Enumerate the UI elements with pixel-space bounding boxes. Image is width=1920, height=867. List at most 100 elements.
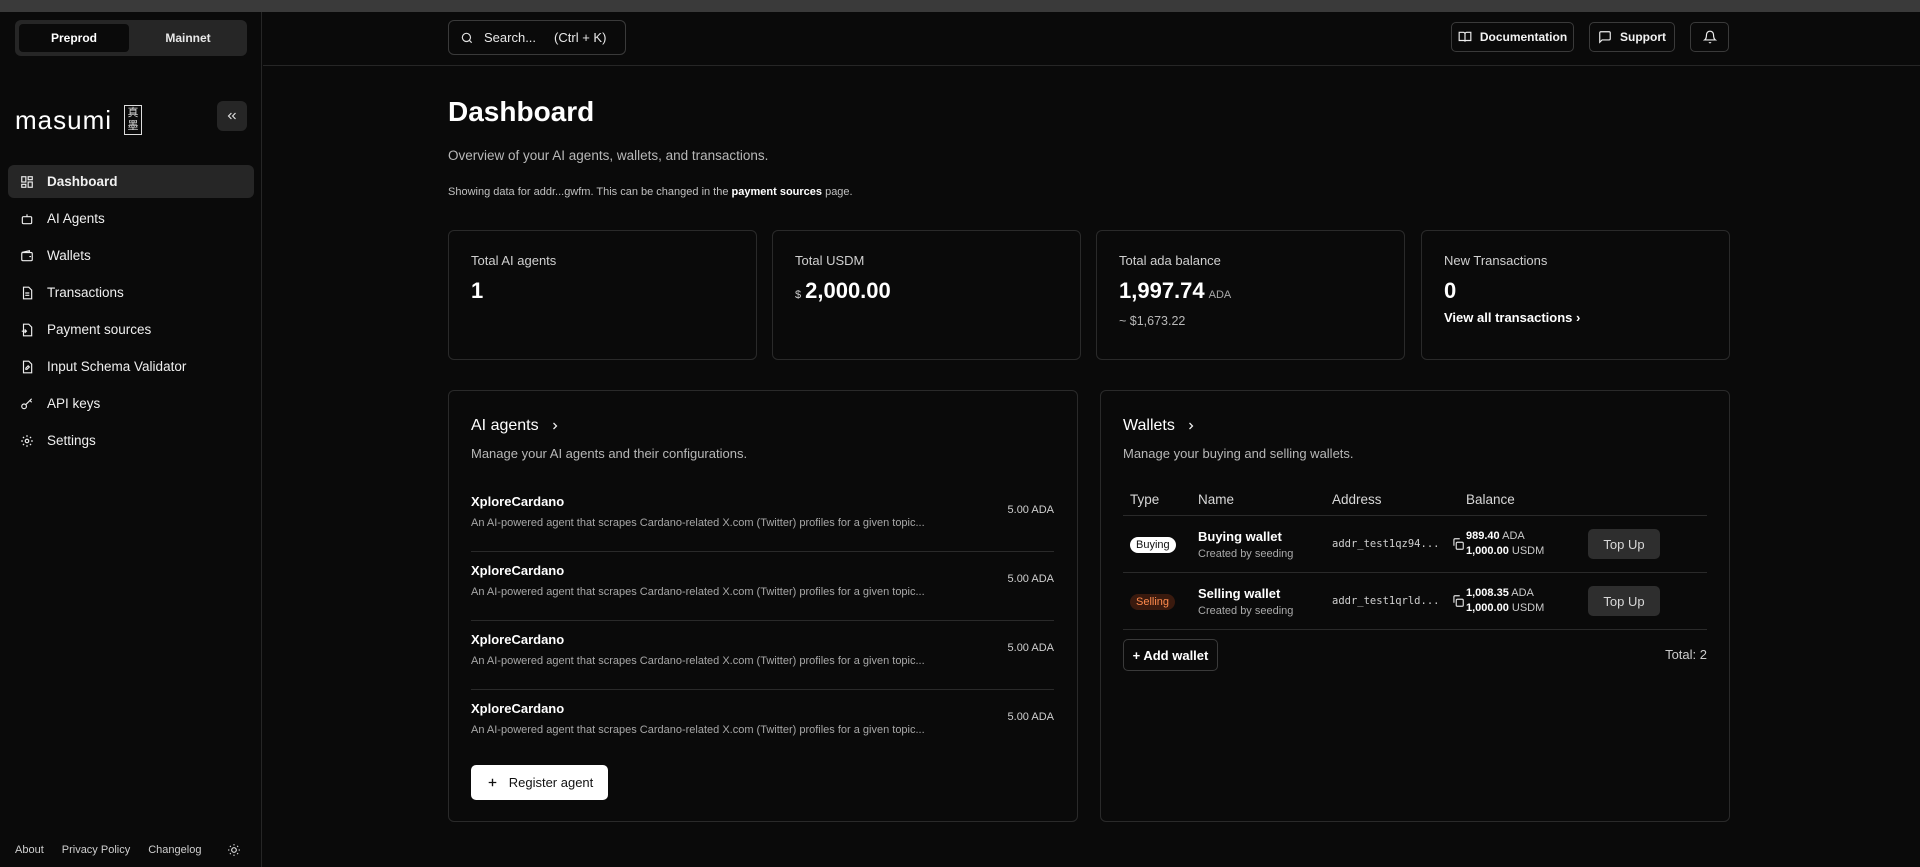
sidebar-item-label: AI Agents [47,211,105,226]
sidebar-item-ai-agents[interactable]: AI Agents [8,202,254,235]
stat-value: 1 [471,278,484,303]
stat-card-usdm: Total USDM $ 2,000.00 [772,230,1081,360]
page-title: Dashboard [448,96,595,127]
wallets-table: Type Name Address Balance Buying Buying … [1123,483,1707,630]
list-item[interactable]: XploreCardano An AI-powered agent that s… [471,552,1054,621]
chevrons-left-icon [227,112,236,120]
sidebar-item-wallets[interactable]: Wallets [8,239,254,272]
about-link[interactable]: About [15,844,44,856]
documentation-button[interactable]: Documentation [1451,22,1574,52]
stat-card-ada: Total ada balance 1,997.74 ADA ~ $1,673.… [1096,230,1405,360]
book-open-icon [1458,30,1472,44]
stat-value: 0 [1444,278,1457,303]
sidebar-item-dashboard[interactable]: Dashboard [8,165,254,198]
sidebar-item-input-schema-validator[interactable]: Input Schema Validator [8,350,254,383]
file-icon [19,285,35,301]
bell-icon [1702,30,1717,44]
wallet-created-note: Created by seeding [1198,547,1294,560]
wallet-created-note: Created by seeding [1198,604,1294,617]
agent-price: 5.00 ADA [1007,642,1054,654]
wallet-type-badge: Buying [1130,537,1176,553]
top-up-button[interactable]: Top Up [1588,529,1660,559]
network-preprod-button[interactable]: Preprod [19,24,129,52]
wallets-panel-title[interactable]: Wallets [1123,417,1197,435]
page-subtitle: Overview of your AI agents, wallets, and… [448,148,769,163]
register-agent-button[interactable]: Register agent [471,765,608,800]
agent-price: 5.00 ADA [1007,711,1054,723]
stat-card-transactions: New Transactions 0 View all transactions… [1421,230,1730,360]
agent-list: XploreCardano An AI-powered agent that s… [471,483,1054,759]
stat-label: Total USDM [795,253,865,268]
sidebar-item-settings[interactable]: Settings [8,424,254,457]
file-input-icon [19,322,35,338]
list-item[interactable]: XploreCardano An AI-powered agent that s… [471,690,1054,759]
sidebar-item-transactions[interactable]: Transactions [8,276,254,309]
agent-description: An AI-powered agent that scrapes Cardano… [471,724,925,736]
privacy-policy-link[interactable]: Privacy Policy [62,844,130,856]
stat-usd-equivalent: ~ $1,673.22 [1119,314,1186,328]
add-wallet-button[interactable]: + Add wallet [1123,639,1218,671]
sidebar-item-label: Wallets [47,248,91,263]
plus-icon [486,776,499,789]
wallet-balance: 989.40 ADA 1,000.00 USDM [1466,530,1545,557]
agent-name: XploreCardano [471,563,565,578]
support-button[interactable]: Support [1589,22,1675,52]
file-check-icon [19,359,35,375]
theme-toggle-sun-icon[interactable] [227,843,241,857]
view-all-transactions-link[interactable]: View all transactions › [1444,310,1707,325]
ai-agents-panel-subtitle: Manage your AI agents and their configur… [471,446,748,461]
top-up-button[interactable]: Top Up [1588,586,1660,616]
notifications-button[interactable] [1690,22,1729,52]
logo-mark: 真 墨 [124,105,143,135]
wallets-panel-subtitle: Manage your buying and selling wallets. [1123,446,1354,461]
window-top-strip [0,0,1920,12]
bot-icon [19,211,35,227]
sidebar-item-label: Settings [47,433,96,448]
message-square-icon [1598,30,1612,44]
table-row[interactable]: Selling Selling wallet Created by seedin… [1123,573,1707,630]
sidebar-item-api-keys[interactable]: API keys [8,387,254,420]
key-icon [19,396,35,412]
ai-agents-panel-title[interactable]: AI agents [471,417,561,435]
chevron-right-icon [1185,420,1197,432]
stat-label: Total AI agents [471,253,557,268]
changelog-link[interactable]: Changelog [148,844,201,856]
agent-price: 5.00 ADA [1007,573,1054,585]
sidebar-item-payment-sources[interactable]: Payment sources [8,313,254,346]
column-header-address: Address [1332,491,1382,507]
table-row[interactable]: Buying Buying wallet Created by seeding … [1123,516,1707,573]
list-item[interactable]: XploreCardano An AI-powered agent that s… [471,621,1054,690]
agent-name: XploreCardano [471,494,565,509]
collapse-sidebar-button[interactable] [217,101,247,131]
search-input[interactable]: Search... (Ctrl + K) [448,20,626,55]
wallet-balance: 1,008.35 ADA 1,000.00 USDM [1466,587,1545,614]
wallet-address: addr_test1qrld... [1332,595,1440,607]
wallet-address: addr_test1qz94... [1332,538,1440,550]
copy-icon[interactable] [1451,537,1465,551]
gear-icon [19,433,35,449]
payment-sources-link[interactable]: payment sources [732,186,822,198]
stat-label: Total ada balance [1119,253,1221,268]
sidebar-nav: Dashboard AI Agents Wallets Transactions… [8,165,254,461]
agent-price: 5.00 ADA [1007,504,1054,516]
table-header: Type Name Address Balance [1123,483,1707,516]
dashboard-icon [19,174,35,190]
column-header-name: Name [1198,491,1235,507]
agent-name: XploreCardano [471,632,565,647]
sidebar-item-label: API keys [47,396,101,411]
copy-icon[interactable] [1451,594,1465,608]
list-item[interactable]: XploreCardano An AI-powered agent that s… [471,483,1054,552]
wallet-total: Total: 2 [1665,647,1707,662]
data-source-note: Showing data for addr...gwfm. This can b… [448,186,853,198]
wallet-name: Buying wallet [1198,528,1282,544]
stat-value: $ 2,000.00 [795,278,891,303]
logo: masumi 真 墨 [15,100,247,140]
ai-agents-panel: AI agents Manage your AI agents and thei… [448,390,1078,822]
stat-value: 1,997.74 ADA [1119,278,1232,303]
wallet-name: Selling wallet [1198,585,1281,601]
search-placeholder: Search... [484,30,537,45]
agent-description: An AI-powered agent that scrapes Cardano… [471,655,925,667]
network-switch: Preprod Mainnet [15,20,247,56]
network-mainnet-button[interactable]: Mainnet [133,24,243,52]
column-header-balance: Balance [1466,491,1515,507]
